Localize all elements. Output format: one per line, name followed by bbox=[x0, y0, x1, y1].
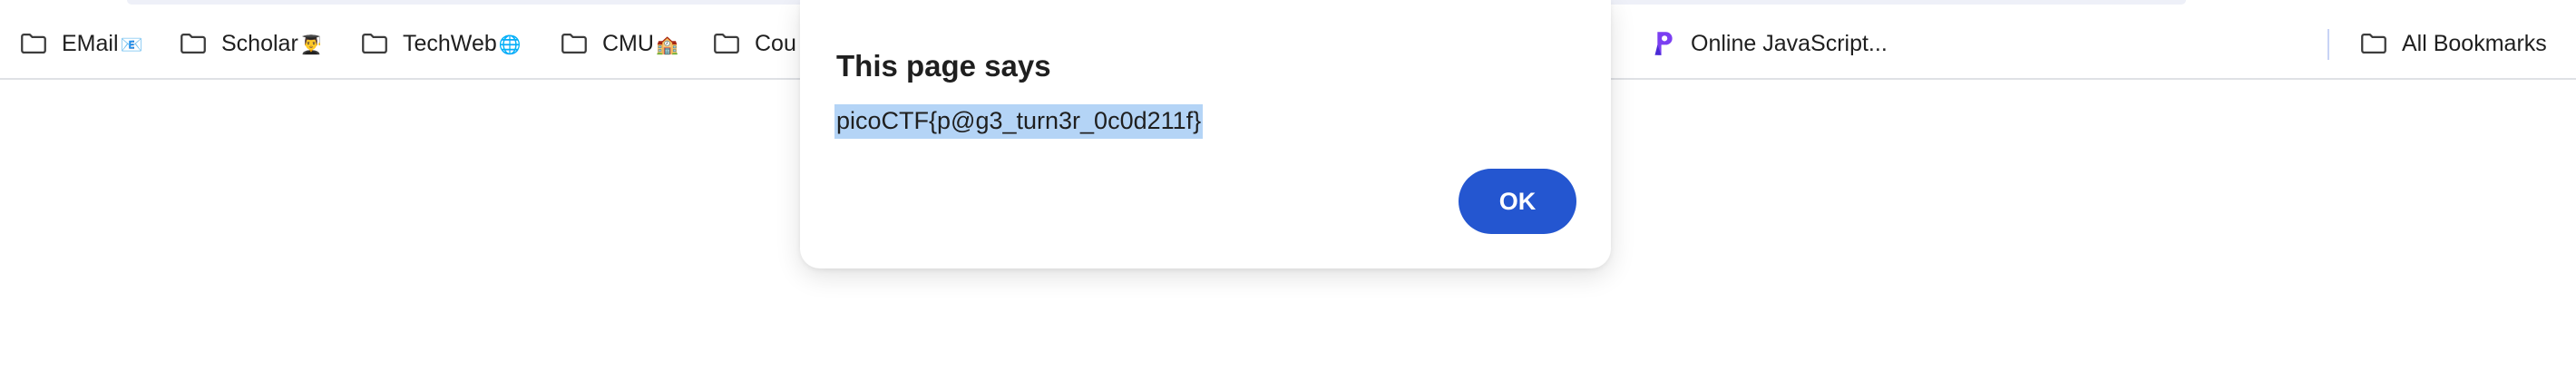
graduate-emoji-icon: 👨‍🎓 bbox=[299, 34, 323, 55]
bookmark-label: Online JavaScript... bbox=[1691, 30, 1888, 56]
folder-icon bbox=[362, 33, 387, 54]
bookmark-folder-email[interactable]: EMail 📧 bbox=[18, 9, 142, 78]
all-bookmarks-button[interactable]: All Bookmarks bbox=[2358, 9, 2547, 78]
dialog-title: This page says bbox=[836, 49, 1051, 83]
bookmark-label: CMU 🏫 bbox=[602, 30, 678, 56]
folder-icon bbox=[2361, 33, 2386, 54]
bookmark-folder-scholar[interactable]: Scholar 👨‍🎓 bbox=[178, 9, 323, 78]
globe-emoji-icon: 🌐 bbox=[498, 34, 522, 55]
folder-icon bbox=[561, 33, 587, 54]
school-emoji-icon: 🏫 bbox=[655, 34, 678, 55]
bookmark-label: EMail 📧 bbox=[62, 30, 143, 56]
bookmark-folder-techweb[interactable]: TechWeb 🌐 bbox=[359, 9, 522, 78]
bookmark-online-javascript[interactable]: Online JavaScript... bbox=[1647, 9, 1888, 78]
folder-icon bbox=[21, 33, 46, 54]
bookmark-label: Scholar 👨‍🎓 bbox=[221, 30, 323, 56]
folder-icon bbox=[714, 33, 739, 54]
bookmark-label: TechWeb 🌐 bbox=[403, 30, 522, 56]
all-bookmarks-label: All Bookmarks bbox=[2402, 30, 2547, 56]
bookmark-folder-cmu[interactable]: CMU 🏫 bbox=[559, 9, 678, 78]
dialog-message[interactable]: picoCTF{p@g3_turn3r_0c0d211f} bbox=[834, 104, 1204, 139]
pastebin-p-icon bbox=[1654, 32, 1673, 55]
bookmark-folder-courses[interactable]: Cou bbox=[711, 9, 796, 78]
javascript-alert-dialog: This page says picoCTF{p@g3_turn3r_0c0d2… bbox=[800, 0, 1611, 268]
bookmark-label: Cou bbox=[755, 30, 796, 56]
bookmarks-separator bbox=[2327, 29, 2329, 60]
ok-button[interactable]: OK bbox=[1459, 169, 1576, 234]
folder-icon bbox=[181, 33, 206, 54]
email-emoji-icon: 📧 bbox=[120, 34, 143, 55]
